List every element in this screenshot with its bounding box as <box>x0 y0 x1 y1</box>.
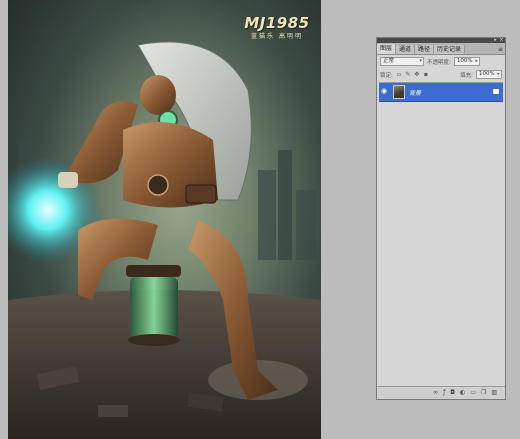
artwork-illustration <box>8 41 321 439</box>
tab-layers[interactable]: 图层 <box>377 44 397 54</box>
mask-icon[interactable]: ◘ <box>450 390 455 396</box>
artist-watermark: MJ1985 蓝猫乐 高明明 <box>242 14 312 40</box>
layers-panel: ▸ × 图层 通道 路径 历史记录 ≡ 正常 ▾ 不透明度: 100% ▸ 锁定… <box>376 37 506 400</box>
chevron-right-icon: ▸ <box>475 58 478 64</box>
new-layer-icon[interactable]: ❐ <box>481 390 486 396</box>
tab-paths[interactable]: 路径 <box>415 45 435 54</box>
watermark-title: MJ1985 <box>244 14 310 32</box>
panel-menu-icon[interactable]: ≡ <box>498 45 503 54</box>
opacity-label: 不透明度: <box>427 59 451 66</box>
adjustment-icon[interactable]: ◐ <box>460 390 465 396</box>
lock-options-row: 锁定: ▫ ✎ ✥ ▪ 填充: 100% ▸ <box>380 69 502 80</box>
layer-row-background[interactable]: ◉ 背景 <box>379 83 503 102</box>
lock-position-icon[interactable]: ✥ <box>414 71 420 78</box>
layer-list: ◉ 背景 <box>379 82 503 385</box>
blend-mode-value: 正常 <box>383 58 395 64</box>
document-canvas[interactable]: MJ1985 蓝猫乐 高明明 <box>8 0 321 439</box>
lock-pixels-icon[interactable]: ✎ <box>405 71 411 78</box>
layer-thumbnail <box>393 85 405 99</box>
blend-mode-select[interactable]: 正常 ▾ <box>380 57 424 66</box>
lock-transparency-icon[interactable]: ▫ <box>396 71 402 78</box>
link-icon[interactable]: ∞ <box>433 390 438 396</box>
fill-label: 填充: <box>460 72 473 79</box>
fill-value: 100% <box>479 71 495 77</box>
lock-label: 锁定: <box>380 72 393 79</box>
opacity-field[interactable]: 100% ▸ <box>453 57 480 66</box>
fx-icon[interactable]: ƒ <box>443 390 445 396</box>
chevron-down-icon: ▾ <box>419 58 422 64</box>
chevron-right-icon: ▸ <box>497 71 500 77</box>
opacity-value: 100% <box>456 58 473 64</box>
watermark-subtitle: 蓝猫乐 高明明 <box>251 33 303 40</box>
layer-name[interactable]: 背景 <box>409 88 421 97</box>
lock-all-icon[interactable]: ▪ <box>423 71 429 78</box>
panel-tabs: 图层 通道 路径 历史记录 ≡ <box>377 43 505 55</box>
trash-icon[interactable]: ▥ <box>491 390 497 396</box>
fill-field[interactable]: 100% ▸ <box>476 70 502 79</box>
blend-options-row: 正常 ▾ 不透明度: 100% ▸ <box>380 56 502 67</box>
tab-history[interactable]: 历史记录 <box>434 45 466 54</box>
eye-icon[interactable]: ◉ <box>381 88 388 95</box>
lock-icon <box>493 89 499 94</box>
group-icon[interactable]: ▭ <box>470 390 476 396</box>
tab-channels[interactable]: 通道 <box>396 45 416 54</box>
layers-bottom-toolbar: ∞ ƒ ◘ ◐ ▭ ❐ ▥ <box>377 386 505 399</box>
